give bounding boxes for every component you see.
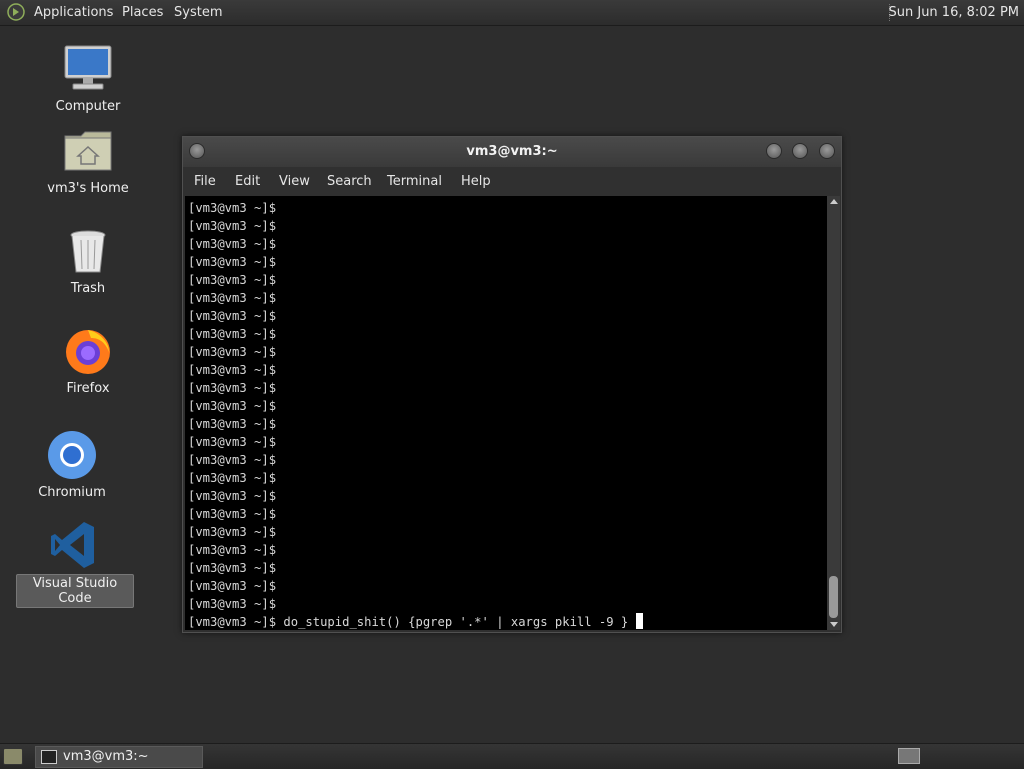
workspace-switcher[interactable] [898, 748, 920, 764]
desktop-icon-label: Trash [70, 281, 106, 296]
taskbar-item-label: vm3@vm3:~ [63, 749, 149, 764]
desktop-icon-chromium[interactable]: Chromium [17, 430, 127, 501]
terminal-menubar: File Edit View Search Terminal Help [183, 167, 841, 196]
clock[interactable]: Sun Jun 16, 8:02 PM [889, 0, 1020, 25]
taskbar-item-terminal[interactable]: vm3@vm3:~ [35, 746, 203, 768]
menu-terminal[interactable]: Terminal [387, 167, 442, 196]
show-desktop-icon[interactable] [3, 748, 23, 765]
close-button[interactable] [819, 143, 835, 159]
scroll-down-arrow-icon[interactable] [830, 622, 838, 627]
maximize-button[interactable] [792, 143, 808, 159]
menu-search[interactable]: Search [327, 167, 372, 196]
terminal-prompt-line: [vm3@vm3 ~]$ [188, 453, 277, 467]
bottom-panel: vm3@vm3:~ [0, 743, 1024, 769]
terminal-prompt-line: [vm3@vm3 ~]$ [188, 201, 277, 215]
terminal-prompt-line: [vm3@vm3 ~]$ [188, 543, 277, 557]
scrollbar-thumb[interactable] [829, 576, 838, 618]
terminal-prompt-line: [vm3@vm3 ~]$ [188, 399, 277, 413]
desktop-icon-computer[interactable]: Computer [33, 44, 143, 115]
window-titlebar[interactable]: vm3@vm3:~ [183, 137, 841, 167]
scroll-up-arrow-icon[interactable] [830, 199, 838, 204]
minimize-button[interactable] [766, 143, 782, 159]
terminal-prompt-line: [vm3@vm3 ~]$ [188, 291, 277, 305]
chromium-icon [48, 431, 96, 479]
applications-logo-icon[interactable] [7, 3, 25, 21]
terminal-command[interactable]: do_stupid_shit() {pgrep '.*' | xargs pki… [283, 615, 628, 629]
terminal-current-line[interactable]: [vm3@vm3 ~]$ do_stupid_shit() {pgrep '.*… [188, 613, 643, 631]
terminal-prompt-line: [vm3@vm3 ~]$ [188, 381, 277, 395]
desktop-icon-home[interactable]: vm3's Home [33, 126, 143, 197]
desktop-icon-label: Chromium [38, 485, 106, 500]
terminal-prompt: [vm3@vm3 ~]$ [188, 615, 277, 629]
terminal-prompt-line: [vm3@vm3 ~]$ [188, 525, 277, 539]
terminal-prompt-line: [vm3@vm3 ~]$ [188, 327, 277, 341]
home-folder-icon [64, 131, 112, 171]
terminal-prompt-line: [vm3@vm3 ~]$ [188, 309, 277, 323]
terminal-prompt-line: [vm3@vm3 ~]$ [188, 489, 277, 503]
terminal-prompt-line: [vm3@vm3 ~]$ [188, 561, 277, 575]
desktop-icon-trash[interactable]: Trash [33, 226, 143, 297]
terminal-prompt-line: [vm3@vm3 ~]$ [188, 273, 277, 287]
desktop-icon-label: Firefox [66, 381, 110, 396]
menu-help[interactable]: Help [461, 167, 491, 196]
menu-system[interactable]: System [174, 0, 222, 25]
terminal-scrollbar[interactable] [827, 196, 840, 630]
vscode-icon [51, 522, 94, 568]
text-cursor [635, 613, 643, 629]
menu-view[interactable]: View [279, 167, 310, 196]
window-title: vm3@vm3:~ [466, 144, 558, 159]
terminal-prompt-line: [vm3@vm3 ~]$ [188, 507, 277, 521]
top-panel: Applications Places System Sun Jun 16, 8… [0, 0, 1024, 26]
window-menu-button[interactable] [189, 143, 205, 159]
terminal-prompt-line: [vm3@vm3 ~]$ [188, 417, 277, 431]
terminal-prompt-line: [vm3@vm3 ~]$ [188, 345, 277, 359]
terminal-prompt-line: [vm3@vm3 ~]$ [188, 471, 277, 485]
terminal-icon [41, 750, 57, 764]
desktop-icon-vscode[interactable]: Visual Studio Code [16, 520, 134, 608]
desktop-icon-label: vm3's Home [47, 181, 129, 196]
menu-edit[interactable]: Edit [235, 167, 260, 196]
desktop-icon-label: Visual Studio Code [16, 574, 134, 608]
menu-applications[interactable]: Applications [34, 0, 113, 25]
trash-icon [70, 230, 106, 273]
menu-file[interactable]: File [194, 167, 216, 196]
terminal-prompt-line: [vm3@vm3 ~]$ [188, 219, 277, 233]
desktop-icon-firefox[interactable]: Firefox [33, 326, 143, 397]
terminal-window: vm3@vm3:~ File Edit View Search Terminal… [182, 136, 842, 633]
desktop-icon-label: Computer [55, 99, 121, 114]
firefox-icon [66, 330, 110, 374]
terminal-lines: [vm3@vm3 ~]$ [vm3@vm3 ~]$ [vm3@vm3 ~]$ [vm3… [188, 199, 643, 631]
terminal-prompt-line: [vm3@vm3 ~]$ [188, 579, 277, 593]
terminal-prompt-line: [vm3@vm3 ~]$ [188, 435, 277, 449]
terminal-prompt-line: [vm3@vm3 ~]$ [188, 597, 277, 611]
terminal-output[interactable]: [vm3@vm3 ~]$ [vm3@vm3 ~]$ [vm3@vm3 ~]$ [vm3… [185, 196, 827, 630]
menu-places[interactable]: Places [122, 0, 163, 25]
terminal-prompt-line: [vm3@vm3 ~]$ [188, 255, 277, 269]
terminal-prompt-line: [vm3@vm3 ~]$ [188, 363, 277, 377]
terminal-prompt-line: [vm3@vm3 ~]$ [188, 237, 277, 251]
computer-icon [64, 45, 112, 90]
